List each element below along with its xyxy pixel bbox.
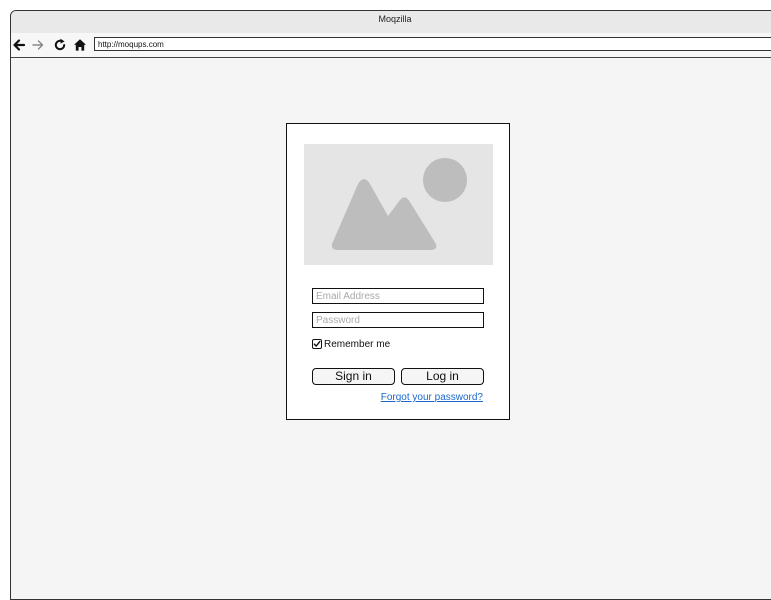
image-placeholder-icon xyxy=(304,144,493,265)
remember-me-checkbox[interactable] xyxy=(312,339,322,349)
browser-toolbar: http://moqups.com xyxy=(11,33,771,58)
home-icon[interactable] xyxy=(73,38,87,52)
title-bar: Moqzilla xyxy=(11,11,771,34)
forgot-password-link[interactable]: Forgot your password? xyxy=(381,392,483,403)
password-field[interactable] xyxy=(312,312,484,328)
window-title: Moqzilla xyxy=(378,14,412,24)
browser-window: Moqzilla http://moqups.com Email Address… xyxy=(10,10,771,600)
back-arrow-icon[interactable] xyxy=(12,38,26,52)
remember-me-label: Remember me xyxy=(324,338,391,350)
remember-me-row[interactable]: Remember me xyxy=(312,337,390,351)
forward-arrow-icon[interactable] xyxy=(31,38,45,52)
reload-icon[interactable] xyxy=(53,38,67,52)
address-bar[interactable]: http://moqups.com xyxy=(94,37,771,51)
login-card: Remember me Sign in Log in Forgot your p… xyxy=(286,123,510,420)
log-in-button[interactable]: Log in xyxy=(401,368,484,385)
email-field[interactable] xyxy=(312,288,484,304)
checkmark-icon xyxy=(313,340,321,347)
sign-in-button[interactable]: Sign in xyxy=(312,368,395,385)
